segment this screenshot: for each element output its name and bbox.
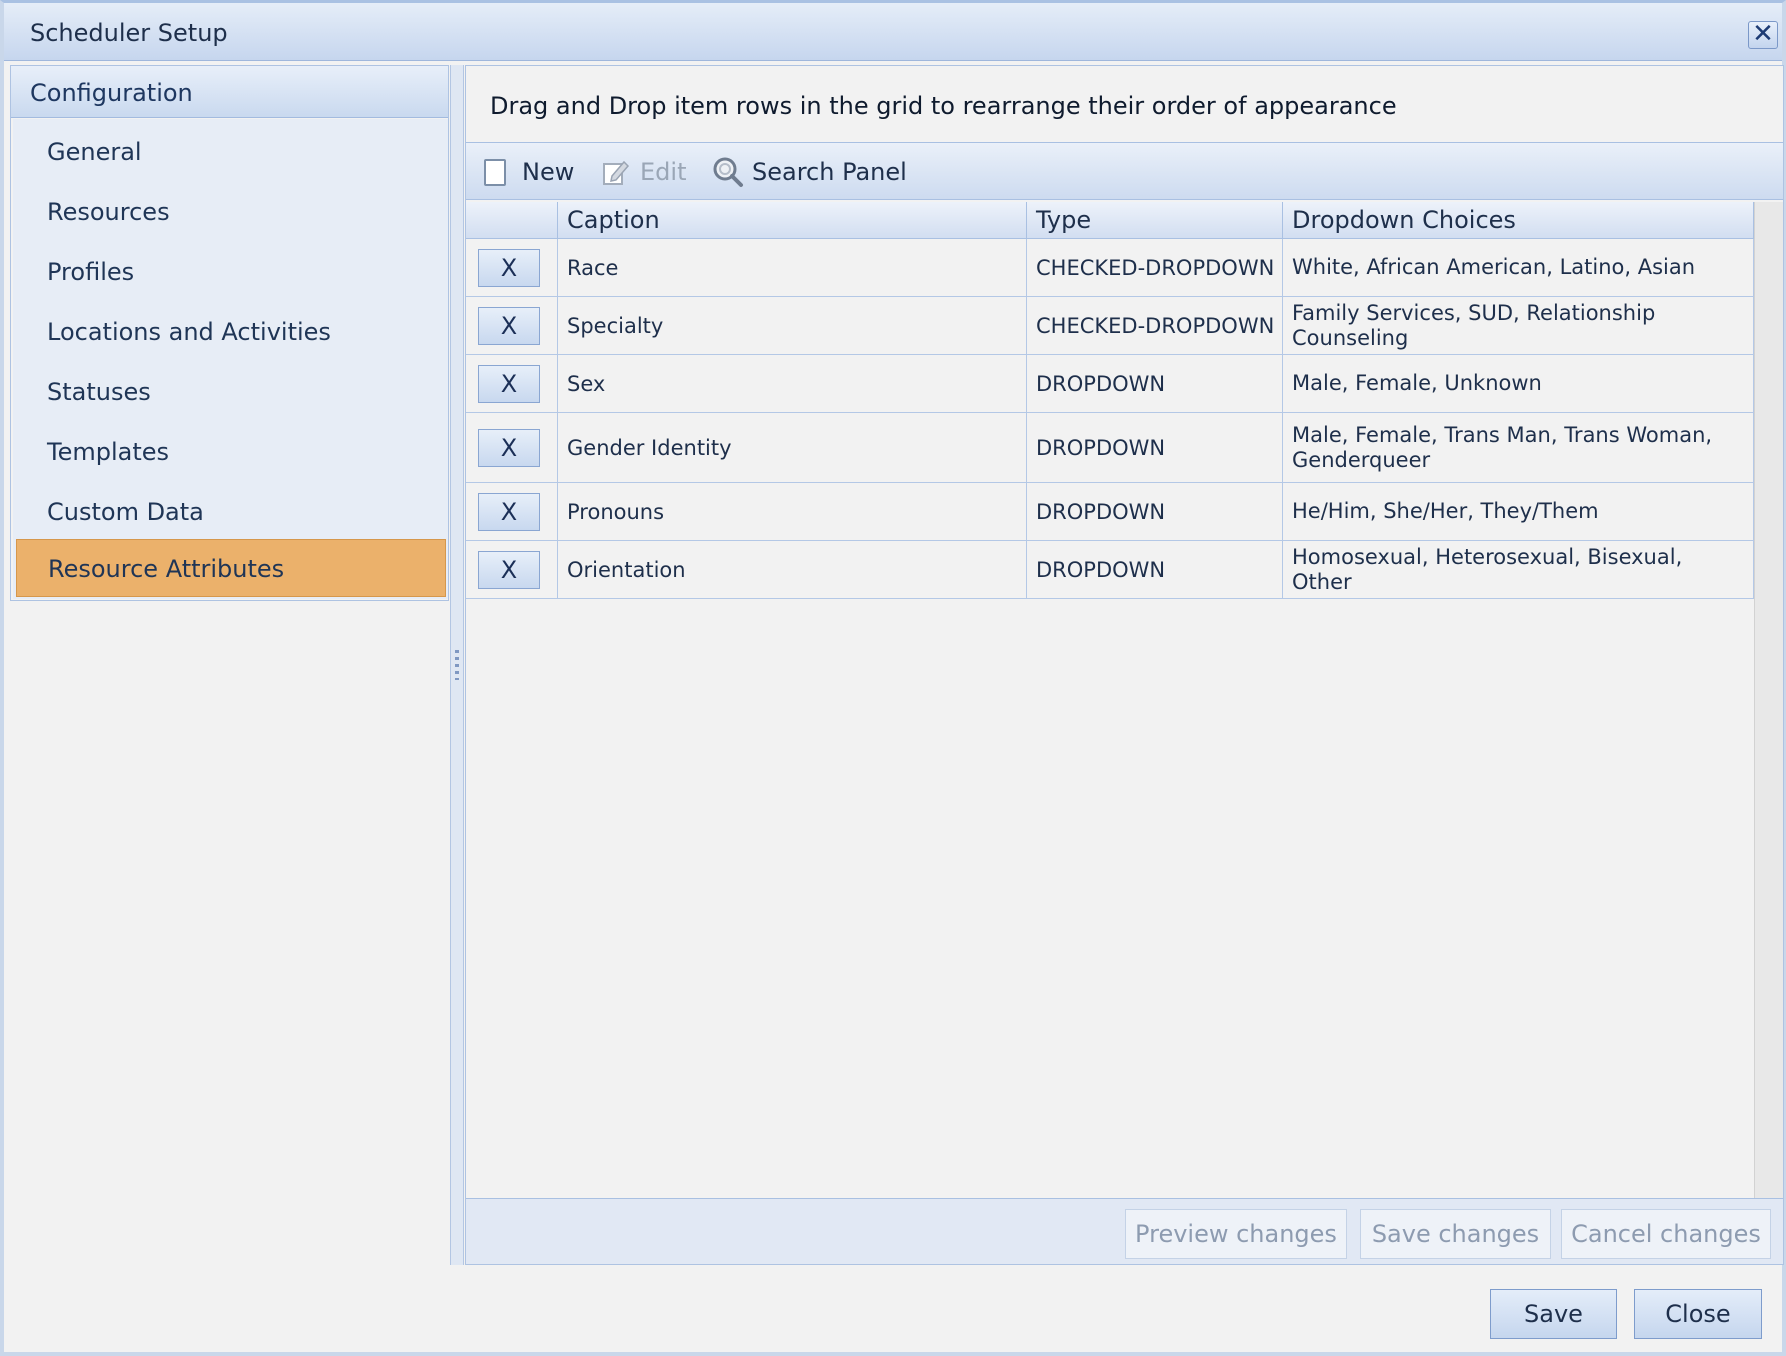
delete-row-button[interactable]: X [478, 550, 540, 589]
grid-toolbar: New Edit Search Panel [466, 142, 1783, 200]
row-action-cell: X [466, 297, 558, 355]
dropdown-choices-cell[interactable]: Homosexual, Heterosexual, Bisexual, Othe… [1283, 541, 1754, 599]
nav-item-general[interactable]: General [13, 123, 448, 181]
nav-item-statuses[interactable]: Statuses [13, 363, 448, 421]
type-cell[interactable]: DROPDOWN [1027, 541, 1283, 599]
attributes-grid: Caption Type Dropdown Choices X Race CHE… [466, 202, 1754, 1261]
configuration-panel: Configuration General Resources Profiles… [10, 65, 449, 601]
caption-cell[interactable]: Orientation [558, 541, 1027, 599]
close-button[interactable]: Close [1634, 1289, 1762, 1339]
new-document-icon [484, 159, 506, 186]
column-header-type[interactable]: Type [1027, 202, 1283, 239]
type-cell[interactable]: DROPDOWN [1027, 483, 1283, 541]
row-action-cell: X [466, 239, 558, 297]
column-header-caption[interactable]: Caption [558, 202, 1027, 239]
table-row[interactable]: X Pronouns DROPDOWN He/Him, She/Her, The… [466, 483, 1754, 541]
dropdown-choices-cell[interactable]: Male, Female, Trans Man, Trans Woman, Ge… [1283, 413, 1754, 483]
delete-row-button[interactable]: X [478, 364, 540, 403]
cancel-changes-button[interactable]: Cancel changes [1561, 1209, 1771, 1259]
table-row[interactable]: X Sex DROPDOWN Male, Female, Unknown [466, 355, 1754, 413]
edit-icon [603, 160, 630, 185]
nav-item-resource-attributes[interactable]: Resource Attributes [16, 539, 446, 597]
dropdown-choices-cell[interactable]: He/Him, She/Her, They/Them [1283, 483, 1754, 541]
caption-cell[interactable]: Gender Identity [558, 413, 1027, 483]
save-changes-button[interactable]: Save changes [1360, 1209, 1551, 1259]
search-icon [713, 157, 743, 187]
edit-button[interactable]: Edit [602, 155, 692, 189]
resource-attributes-panel: Drag and Drop item rows in the grid to r… [465, 65, 1784, 1265]
panel-splitter[interactable] [450, 65, 464, 1265]
close-icon[interactable]: ✕ [1748, 21, 1778, 49]
table-row[interactable]: X Race CHECKED-DROPDOWN White, African A… [466, 239, 1754, 297]
type-cell[interactable]: CHECKED-DROPDOWN [1027, 297, 1283, 355]
type-cell[interactable]: CHECKED-DROPDOWN [1027, 239, 1283, 297]
table-row[interactable]: X Gender Identity DROPDOWN Male, Female,… [466, 413, 1754, 483]
dialog-title: Scheduler Setup [30, 19, 228, 47]
new-button[interactable]: New [484, 155, 574, 189]
caption-cell[interactable]: Sex [558, 355, 1027, 413]
dropdown-choices-cell[interactable]: Family Services, SUD, Relationship Couns… [1283, 297, 1754, 355]
scheduler-setup-dialog: Scheduler Setup ✕ Configuration General … [0, 0, 1786, 1356]
table-row[interactable]: X Orientation DROPDOWN Homosexual, Heter… [466, 541, 1754, 599]
row-action-cell: X [466, 355, 558, 413]
delete-row-button[interactable]: X [478, 306, 540, 345]
caption-cell[interactable]: Pronouns [558, 483, 1027, 541]
splitter-grip-icon[interactable] [455, 650, 459, 680]
grid-vertical-scrollbar[interactable] [1754, 202, 1783, 1261]
title-bar[interactable]: Scheduler Setup ✕ [4, 3, 1782, 61]
type-cell[interactable]: DROPDOWN [1027, 355, 1283, 413]
delete-row-button[interactable]: X [478, 428, 540, 467]
caption-cell[interactable]: Specialty [558, 297, 1027, 355]
search-panel-button-label: Search Panel [752, 158, 907, 186]
nav-item-resources[interactable]: Resources [13, 183, 448, 241]
new-button-label: New [522, 158, 575, 186]
dropdown-choices-cell[interactable]: White, African American, Latino, Asian [1283, 239, 1754, 297]
configuration-list: General Resources Profiles Locations and… [13, 119, 448, 599]
edit-button-label: Edit [640, 158, 687, 186]
row-action-cell: X [466, 541, 558, 599]
preview-changes-button[interactable]: Preview changes [1125, 1209, 1347, 1259]
caption-cell[interactable]: Race [558, 239, 1027, 297]
configuration-header-label: Configuration [30, 79, 193, 107]
nav-item-locations-and-activities[interactable]: Locations and Activities [13, 303, 448, 361]
nav-item-templates[interactable]: Templates [13, 423, 448, 481]
drag-drop-hint: Drag and Drop item rows in the grid to r… [490, 92, 1397, 120]
row-action-cell: X [466, 413, 558, 483]
table-row[interactable]: X Specialty CHECKED-DROPDOWN Family Serv… [466, 297, 1754, 355]
column-header-actions [466, 202, 558, 239]
configuration-header[interactable]: Configuration [11, 66, 448, 118]
dropdown-choices-cell[interactable]: Male, Female, Unknown [1283, 355, 1754, 413]
grid-footer: Preview changes Save changes Cancel chan… [466, 1198, 1783, 1264]
type-cell[interactable]: DROPDOWN [1027, 413, 1283, 483]
save-button[interactable]: Save [1490, 1289, 1617, 1339]
delete-row-button[interactable]: X [478, 248, 540, 287]
delete-row-button[interactable]: X [478, 492, 540, 531]
nav-item-custom-data[interactable]: Custom Data [13, 483, 448, 541]
search-panel-button[interactable]: Search Panel [712, 155, 912, 189]
nav-item-profiles[interactable]: Profiles [13, 243, 448, 301]
row-action-cell: X [466, 483, 558, 541]
column-header-dropdown-choices[interactable]: Dropdown Choices [1283, 202, 1754, 239]
